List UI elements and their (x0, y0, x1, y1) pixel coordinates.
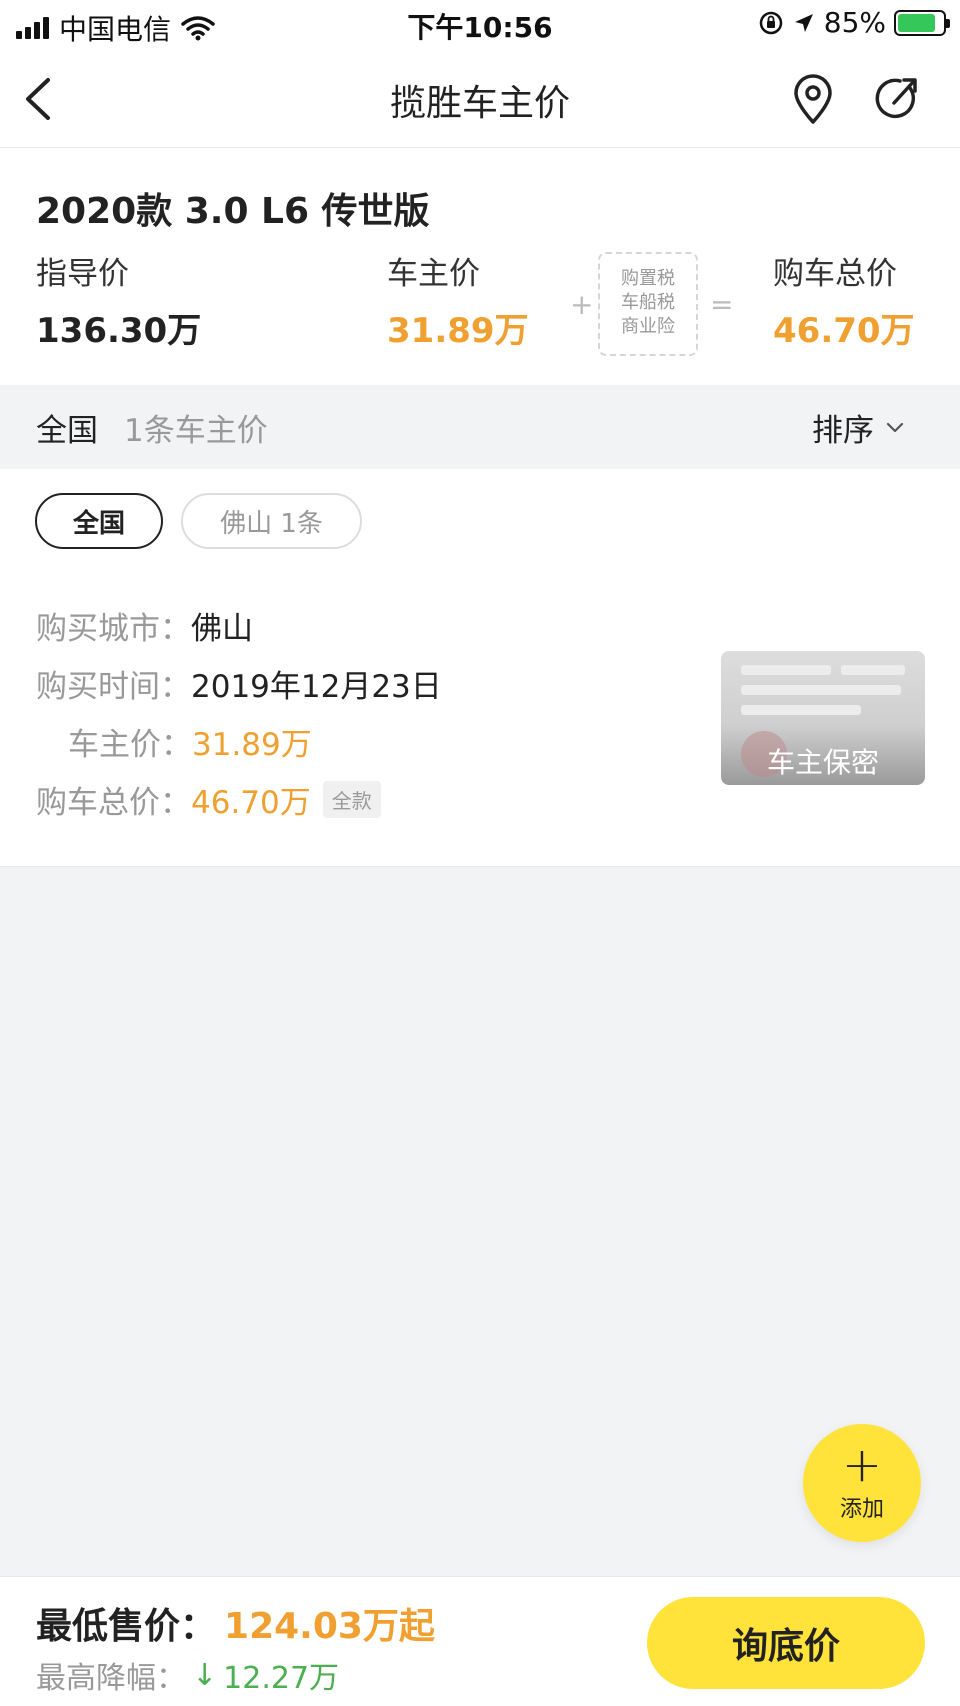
payment-type-tag: 全款 (322, 781, 381, 818)
down-arrow-icon: ↓ (192, 1657, 218, 1693)
sort-button[interactable]: 排序 (812, 405, 904, 450)
purchase-city-label: 购买城市： (36, 611, 191, 647)
sort-label: 排序 (812, 413, 874, 449)
guide-price-block: 指导价 136.30万 (36, 248, 201, 352)
ask-price-button[interactable]: 询底价 (647, 1597, 925, 1689)
purchase-date-row: 购买时间： 2019年12月23日 (36, 661, 442, 706)
tax-item: 车船税 (621, 292, 675, 313)
owner-price-row-label: 车主价： (68, 727, 192, 763)
purchase-date-value: 2019年12月23日 (191, 669, 442, 705)
tax-item: 购置税 (621, 268, 675, 289)
chip-city-foshan[interactable]: 佛山 1条 (181, 493, 362, 549)
chevron-down-icon (886, 422, 904, 432)
total-price-block: 购车总价 46.70万 (773, 248, 915, 352)
price-summary-card: 2020款 3.0 L6 传世版 指导价 136.30万 车主价 31.89万 … (0, 148, 960, 385)
total-price-value: 46.70万 (773, 311, 915, 351)
add-button[interactable]: + 添加 (803, 1424, 921, 1542)
orientation-lock-icon (759, 11, 783, 34)
filter-bar: 全国 1条车主价 排序 (0, 385, 960, 469)
total-price-row: 购车总价： 46.70万 全款 (36, 777, 381, 822)
tax-items-box: 购置税 车船税 商业险 (598, 252, 698, 356)
plus-sign: + (570, 288, 594, 321)
lowest-price: 最低售价： 124.03万起 (36, 1597, 435, 1649)
tax-item: 商业险 (621, 316, 675, 337)
owner-price-row: 车主价： 31.89万 (68, 719, 312, 764)
model-title: 2020款 3.0 L6 传世版 (36, 191, 430, 232)
status-bar: 中国电信 下午10:56 85% (0, 0, 960, 50)
total-price-row-value: 46.70万 (191, 785, 311, 821)
location-pin-icon[interactable] (788, 72, 838, 126)
max-drop-value: 12.27万 (223, 1661, 340, 1696)
invoice-thumbnail[interactable]: 车主保密 (721, 651, 925, 785)
location-arrow-icon (794, 13, 813, 32)
lowest-price-value: 124.03万起 (224, 1606, 435, 1647)
purchase-date-label: 购买时间： (36, 669, 191, 705)
owner-price-block: 车主价 31.89万 (387, 248, 529, 352)
owner-price-label: 车主价 (387, 256, 480, 292)
status-right: 85% (758, 6, 950, 39)
total-price-label: 购车总价 (773, 256, 897, 292)
owner-price-value: 31.89万 (387, 311, 529, 351)
owner-price-list: 全国 佛山 1条 购买城市： 佛山 购买时间： 2019年12月23日 车主价：… (0, 469, 960, 867)
battery-icon (894, 9, 950, 36)
max-drop-label: 最高降幅： (36, 1661, 186, 1696)
purchase-city-value: 佛山 (191, 611, 253, 647)
share-icon[interactable] (872, 72, 922, 126)
battery-percent: 85% (823, 6, 886, 39)
plus-icon: + (841, 1437, 883, 1493)
guide-price-value: 136.30万 (36, 311, 202, 351)
owner-price-row-value: 31.89万 (192, 727, 312, 763)
filter-region[interactable]: 全国 (36, 405, 98, 450)
max-drop: 最高降幅： ↓ 12.27万 (36, 1653, 339, 1697)
owner-price-count: 1条车主价 (124, 413, 268, 449)
thumbnail-label: 车主保密 (766, 746, 879, 779)
guide-price-label: 指导价 (36, 256, 129, 292)
total-price-row-label: 购车总价： (36, 785, 191, 821)
purchase-city-row: 购买城市： 佛山 (36, 603, 253, 648)
add-button-label: 添加 (839, 1497, 884, 1522)
equals-sign: = (710, 288, 734, 321)
bottom-bar: 最低售价： 124.03万起 最高降幅： ↓ 12.27万 询底价 (0, 1576, 960, 1706)
nav-bar: 揽胜车主价 (0, 50, 960, 148)
chip-all-regions[interactable]: 全国 (35, 493, 163, 549)
lowest-price-label: 最低售价： (36, 1606, 217, 1647)
